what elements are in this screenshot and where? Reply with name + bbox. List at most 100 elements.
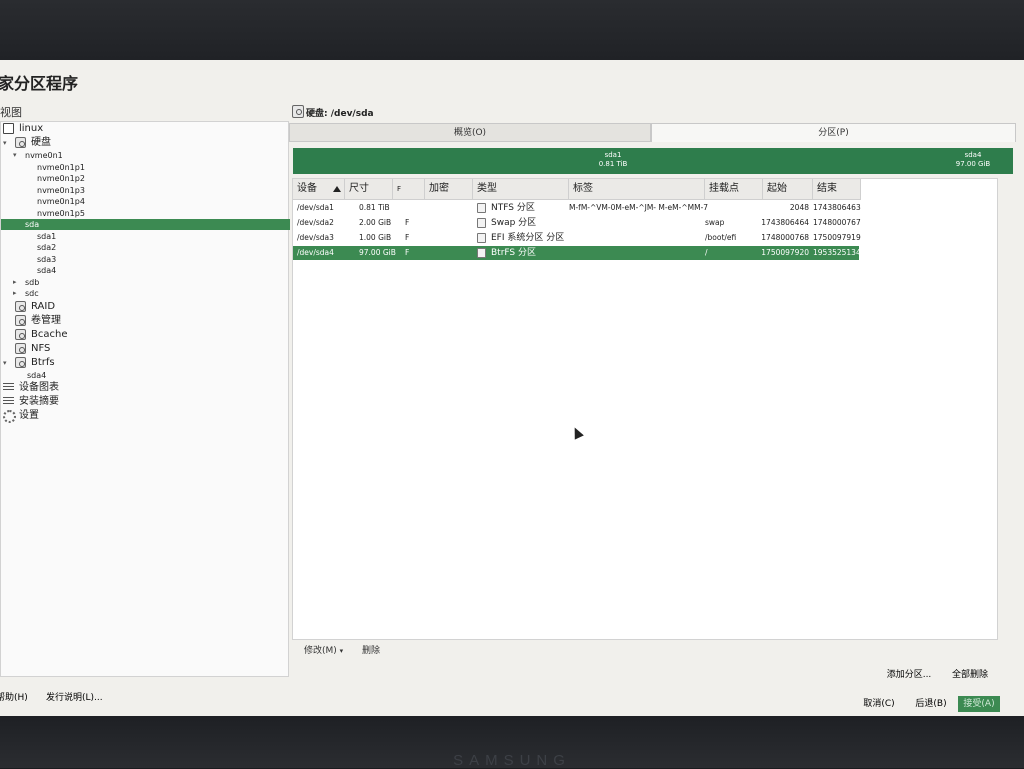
accept-button[interactable]: 接受(A) (958, 696, 1000, 712)
tree-node-sda4[interactable]: sda4 (1, 265, 290, 276)
tree-node-nvme0n1p3[interactable]: nvme0n1p3 (1, 185, 290, 196)
tree-node-nvme0n1p2[interactable]: nvme0n1p2 (1, 173, 290, 184)
modify-button-label: 修改(M) (304, 646, 337, 656)
table-row[interactable]: /dev/sda3 1.00 GiB F EFI 系统分区 分区/boot/efi 17… (293, 231, 861, 245)
table-row[interactable]: /dev/sda1 0.81 TiB NTFS 分区 M-fM-^VM-0M-eM-^… (293, 201, 861, 215)
tree-node-sda[interactable]: sda (1, 219, 290, 230)
expander-closed-icon[interactable]: ▸ (13, 277, 17, 288)
partition-graph[interactable]: sda1 0.81 TiB sda4 97.00 GiB (293, 148, 1013, 174)
tree-node-sda3[interactable]: sda3 (1, 254, 290, 265)
cell-device: /dev/sda4 (297, 248, 334, 257)
tree-node-[interactable]: ▾ 硬盘 (1, 136, 290, 150)
tab-partitions[interactable]: 分区(P) (651, 123, 1016, 142)
column-header-device[interactable]: 设备 (293, 179, 345, 200)
list-icon (3, 396, 14, 405)
tree-node-label: sda (25, 220, 40, 229)
partition-type-icon (477, 218, 486, 228)
back-button[interactable]: 后退(B) (910, 696, 952, 712)
column-header-label[interactable]: 标签 (569, 179, 705, 200)
tree-node-linux[interactable]: linux (1, 122, 290, 136)
cell-type: BtrFS 分区 (491, 248, 536, 258)
graph-segment-size: 0.81 TiB (598, 160, 628, 168)
tree-node-[interactable]: 安装摘要 (1, 395, 290, 409)
tree-node-raid[interactable]: RAID (1, 300, 290, 314)
cell-device: /dev/sda3 (297, 233, 334, 242)
disk-icon (292, 105, 304, 118)
add-partition-button[interactable]: 添加分区... (878, 667, 940, 683)
tree-node-label: sdc (25, 289, 39, 298)
tree-node-sda1[interactable]: sda1 (1, 231, 290, 242)
tree-node-sda2[interactable]: sda2 (1, 242, 290, 253)
tab-bar: 概览(O) 分区(P) (289, 123, 1016, 143)
expander-open-icon[interactable]: ▾ (3, 356, 7, 370)
tree-node-label: Btrfs (31, 356, 55, 368)
tree-node-nfs[interactable]: NFS (1, 342, 290, 356)
tree-node-nvme0n1p4[interactable]: nvme0n1p4 (1, 196, 290, 207)
cell-type: NTFS 分区 (491, 203, 535, 213)
cell-device: /dev/sda2 (297, 218, 334, 227)
graph-segment-sda4[interactable]: sda4 97.00 GiB (933, 151, 1013, 169)
column-header-label: 设备 (297, 183, 317, 194)
tree-node-label: sdb (25, 277, 40, 287)
tree-node-[interactable]: 设备图表 (1, 381, 290, 395)
tree-node-sdb[interactable]: ▸ sdb (1, 277, 290, 288)
delete-all-button[interactable]: 全部删除 (945, 667, 995, 683)
raid-icon (15, 300, 26, 312)
cell-size: 0.81 TiB (359, 203, 390, 212)
cell-start: 1748000768 (761, 233, 809, 242)
partition-type-icon (477, 248, 486, 258)
modify-button[interactable]: 修改(M) ▾ (304, 643, 343, 656)
cell-start: 1743806464 (761, 218, 809, 227)
monitor-icon (3, 123, 14, 134)
disk-header-label: 硬盘: /dev/sda (306, 109, 374, 119)
expander-open-icon[interactable]: ▾ (13, 150, 17, 161)
tree-node-label: NFS (31, 342, 51, 354)
column-header-type[interactable]: 类型 (473, 179, 569, 200)
graph-segment-sda1[interactable]: sda1 0.81 TiB (293, 151, 933, 169)
help-button[interactable]: 帮助(H) (0, 690, 32, 706)
cell-end: 1953525134 (813, 248, 861, 257)
column-header-format[interactable]: F (393, 179, 425, 200)
cell-type: EFI 系统分区 分区 (491, 233, 565, 243)
tree-node-[interactable]: 设置 (1, 409, 290, 423)
column-header-encrypted[interactable]: 加密 (425, 179, 473, 200)
bcache-icon (15, 328, 26, 340)
tree-node-label: RAID (31, 300, 56, 312)
tree-node-label: sda4 (27, 370, 47, 380)
sort-ascending-icon (333, 186, 341, 192)
cancel-button[interactable]: 取消(C) (858, 696, 900, 712)
tree-node-sda4[interactable]: sda4 (1, 370, 290, 381)
tree-node-label: 安装摘要 (19, 396, 59, 407)
column-header-start[interactable]: 起始 (763, 179, 813, 200)
cell-size: 2.00 GiB (359, 218, 392, 227)
delete-button[interactable]: 删除 (362, 643, 380, 656)
tree-node-sdc[interactable]: ▸ sdc (1, 288, 290, 299)
release-notes-button[interactable]: 发行说明(L)... (46, 690, 110, 706)
column-header-mountpoint[interactable]: 挂载点 (705, 179, 763, 200)
table-row[interactable]: /dev/sda2 2.00 GiB F Swap 分区 swap 1743806464 1… (293, 216, 861, 230)
tree-node-nvme0n1p1[interactable]: nvme0n1p1 (1, 162, 290, 173)
partition-type-icon (477, 203, 486, 213)
tree-node-label: linux (19, 123, 44, 134)
tree-node-nvme0n1p5[interactable]: nvme0n1p5 (1, 208, 290, 219)
expander-open-icon[interactable]: ▾ (3, 136, 7, 150)
cell-type: Swap 分区 (491, 218, 537, 228)
column-header-end[interactable]: 结束 (813, 179, 861, 200)
window-title: 家分区程序 (0, 74, 79, 93)
tree-node-bcache[interactable]: Bcache (1, 328, 290, 342)
cell-mount: / (705, 248, 708, 257)
cell-end: 1750097919 (813, 233, 861, 242)
tree-node-btrfs[interactable]: ▾ Btrfs (1, 356, 290, 370)
tree-node-[interactable]: 卷管理 (1, 314, 290, 328)
tree-node-nvme0n1[interactable]: ▾ nvme0n1 (1, 150, 290, 161)
column-header-size[interactable]: 尺寸 (345, 179, 393, 200)
expander-closed-icon[interactable]: ▸ (13, 288, 17, 299)
cell-start: 1750097920 (761, 248, 809, 257)
table-row[interactable]: /dev/sda4 97.00 GiB F BtrFS 分区 / 1750097920 19… (293, 246, 861, 260)
tab-overview[interactable]: 概览(O) (289, 123, 651, 142)
monitor-brand-logo: SAMSUNG (453, 752, 571, 769)
graph-segment-size: 97.00 GiB (955, 160, 991, 168)
cell-f: F (405, 248, 410, 257)
cell-end: 1748000767 (813, 218, 861, 227)
device-tree[interactable]: linux ▾ 硬盘 ▾ nvme0n1 nvme0n1p1 nvme0n1p2 nvme0n… (0, 121, 290, 677)
